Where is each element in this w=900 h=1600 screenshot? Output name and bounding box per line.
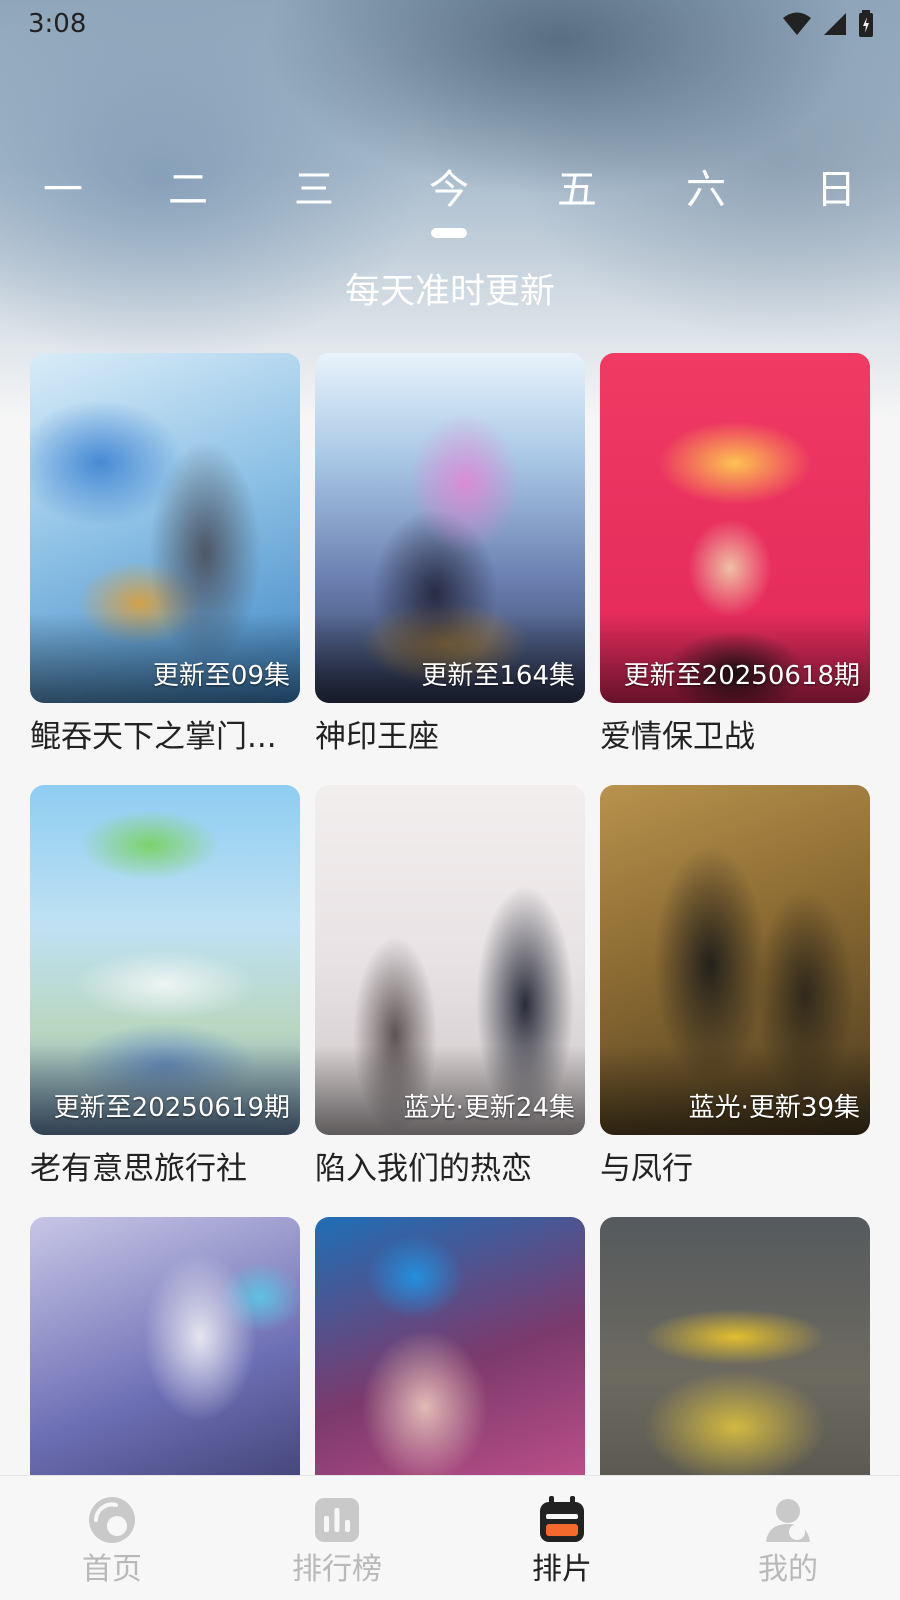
cellular-signal-icon [824,13,846,35]
show-poster[interactable]: 更新至20250618期 [600,353,870,703]
show-title[interactable]: 爱情保卫战 [600,715,870,759]
show-poster[interactable]: 更新至164集 [315,353,585,703]
nav-label-ranking: 排行榜 [292,1552,382,1587]
status-time: 3:08 [28,9,87,39]
tab-tuesday[interactable]: 二 [138,160,238,220]
status-bar: 3:08 [0,0,900,50]
nav-home[interactable]: 首页 [32,1494,192,1590]
show-poster[interactable]: 更新至09集 [30,353,300,703]
ranking-icon [315,1498,359,1542]
show-title[interactable]: 神印王座 [315,715,585,759]
episode-badge: 蓝光·更新39集 [688,1093,860,1123]
show-poster[interactable]: 蓝光·更新24集 [315,785,585,1135]
episode-badge: 蓝光·更新24集 [403,1093,575,1123]
show-title[interactable]: 陷入我们的热恋 [315,1147,585,1191]
home-icon [89,1497,135,1543]
nav-label-schedule: 排片 [532,1552,592,1587]
bottom-navigation: 首页 排行榜 排片 我的 [0,1475,900,1600]
schedule-icon [540,1496,584,1542]
status-icons [782,10,874,38]
nav-label-profile: 我的 [758,1552,818,1587]
show-poster[interactable]: 更新至20250619期 [30,785,300,1135]
tab-monday[interactable]: 一 [13,160,113,220]
nav-ranking[interactable]: 排行榜 [257,1494,417,1590]
profile-icon [766,1499,810,1542]
episode-badge: 更新至09集 [152,661,290,691]
show-title[interactable]: 与凤行 [600,1147,870,1191]
show-title[interactable]: 老有意思旅行社 [30,1147,300,1191]
schedule-subtitle: 每天准时更新 [344,272,555,312]
battery-icon [859,10,873,37]
nav-label-home: 首页 [82,1552,142,1587]
episode-badge: 更新至20250618期 [623,661,860,691]
nav-schedule[interactable]: 排片 [482,1494,642,1590]
show-title[interactable]: 鲲吞天下之掌门... [30,715,300,759]
tab-saturday[interactable]: 六 [656,160,756,220]
tab-sunday[interactable]: 日 [786,160,886,220]
tab-today[interactable]: 今 [399,160,499,220]
episode-badge: 更新至20250619期 [53,1093,290,1123]
nav-profile[interactable]: 我的 [708,1494,868,1590]
tab-wednesday[interactable]: 三 [264,160,364,220]
show-poster[interactable]: 蓝光·更新39集 [600,785,870,1135]
selected-tab-indicator [431,228,467,238]
weekday-tabs: 一 二 三 今 五 六 日 [0,160,900,240]
episode-badge: 更新至164集 [421,661,575,691]
tab-friday[interactable]: 五 [527,160,627,220]
wifi-icon [783,12,811,35]
